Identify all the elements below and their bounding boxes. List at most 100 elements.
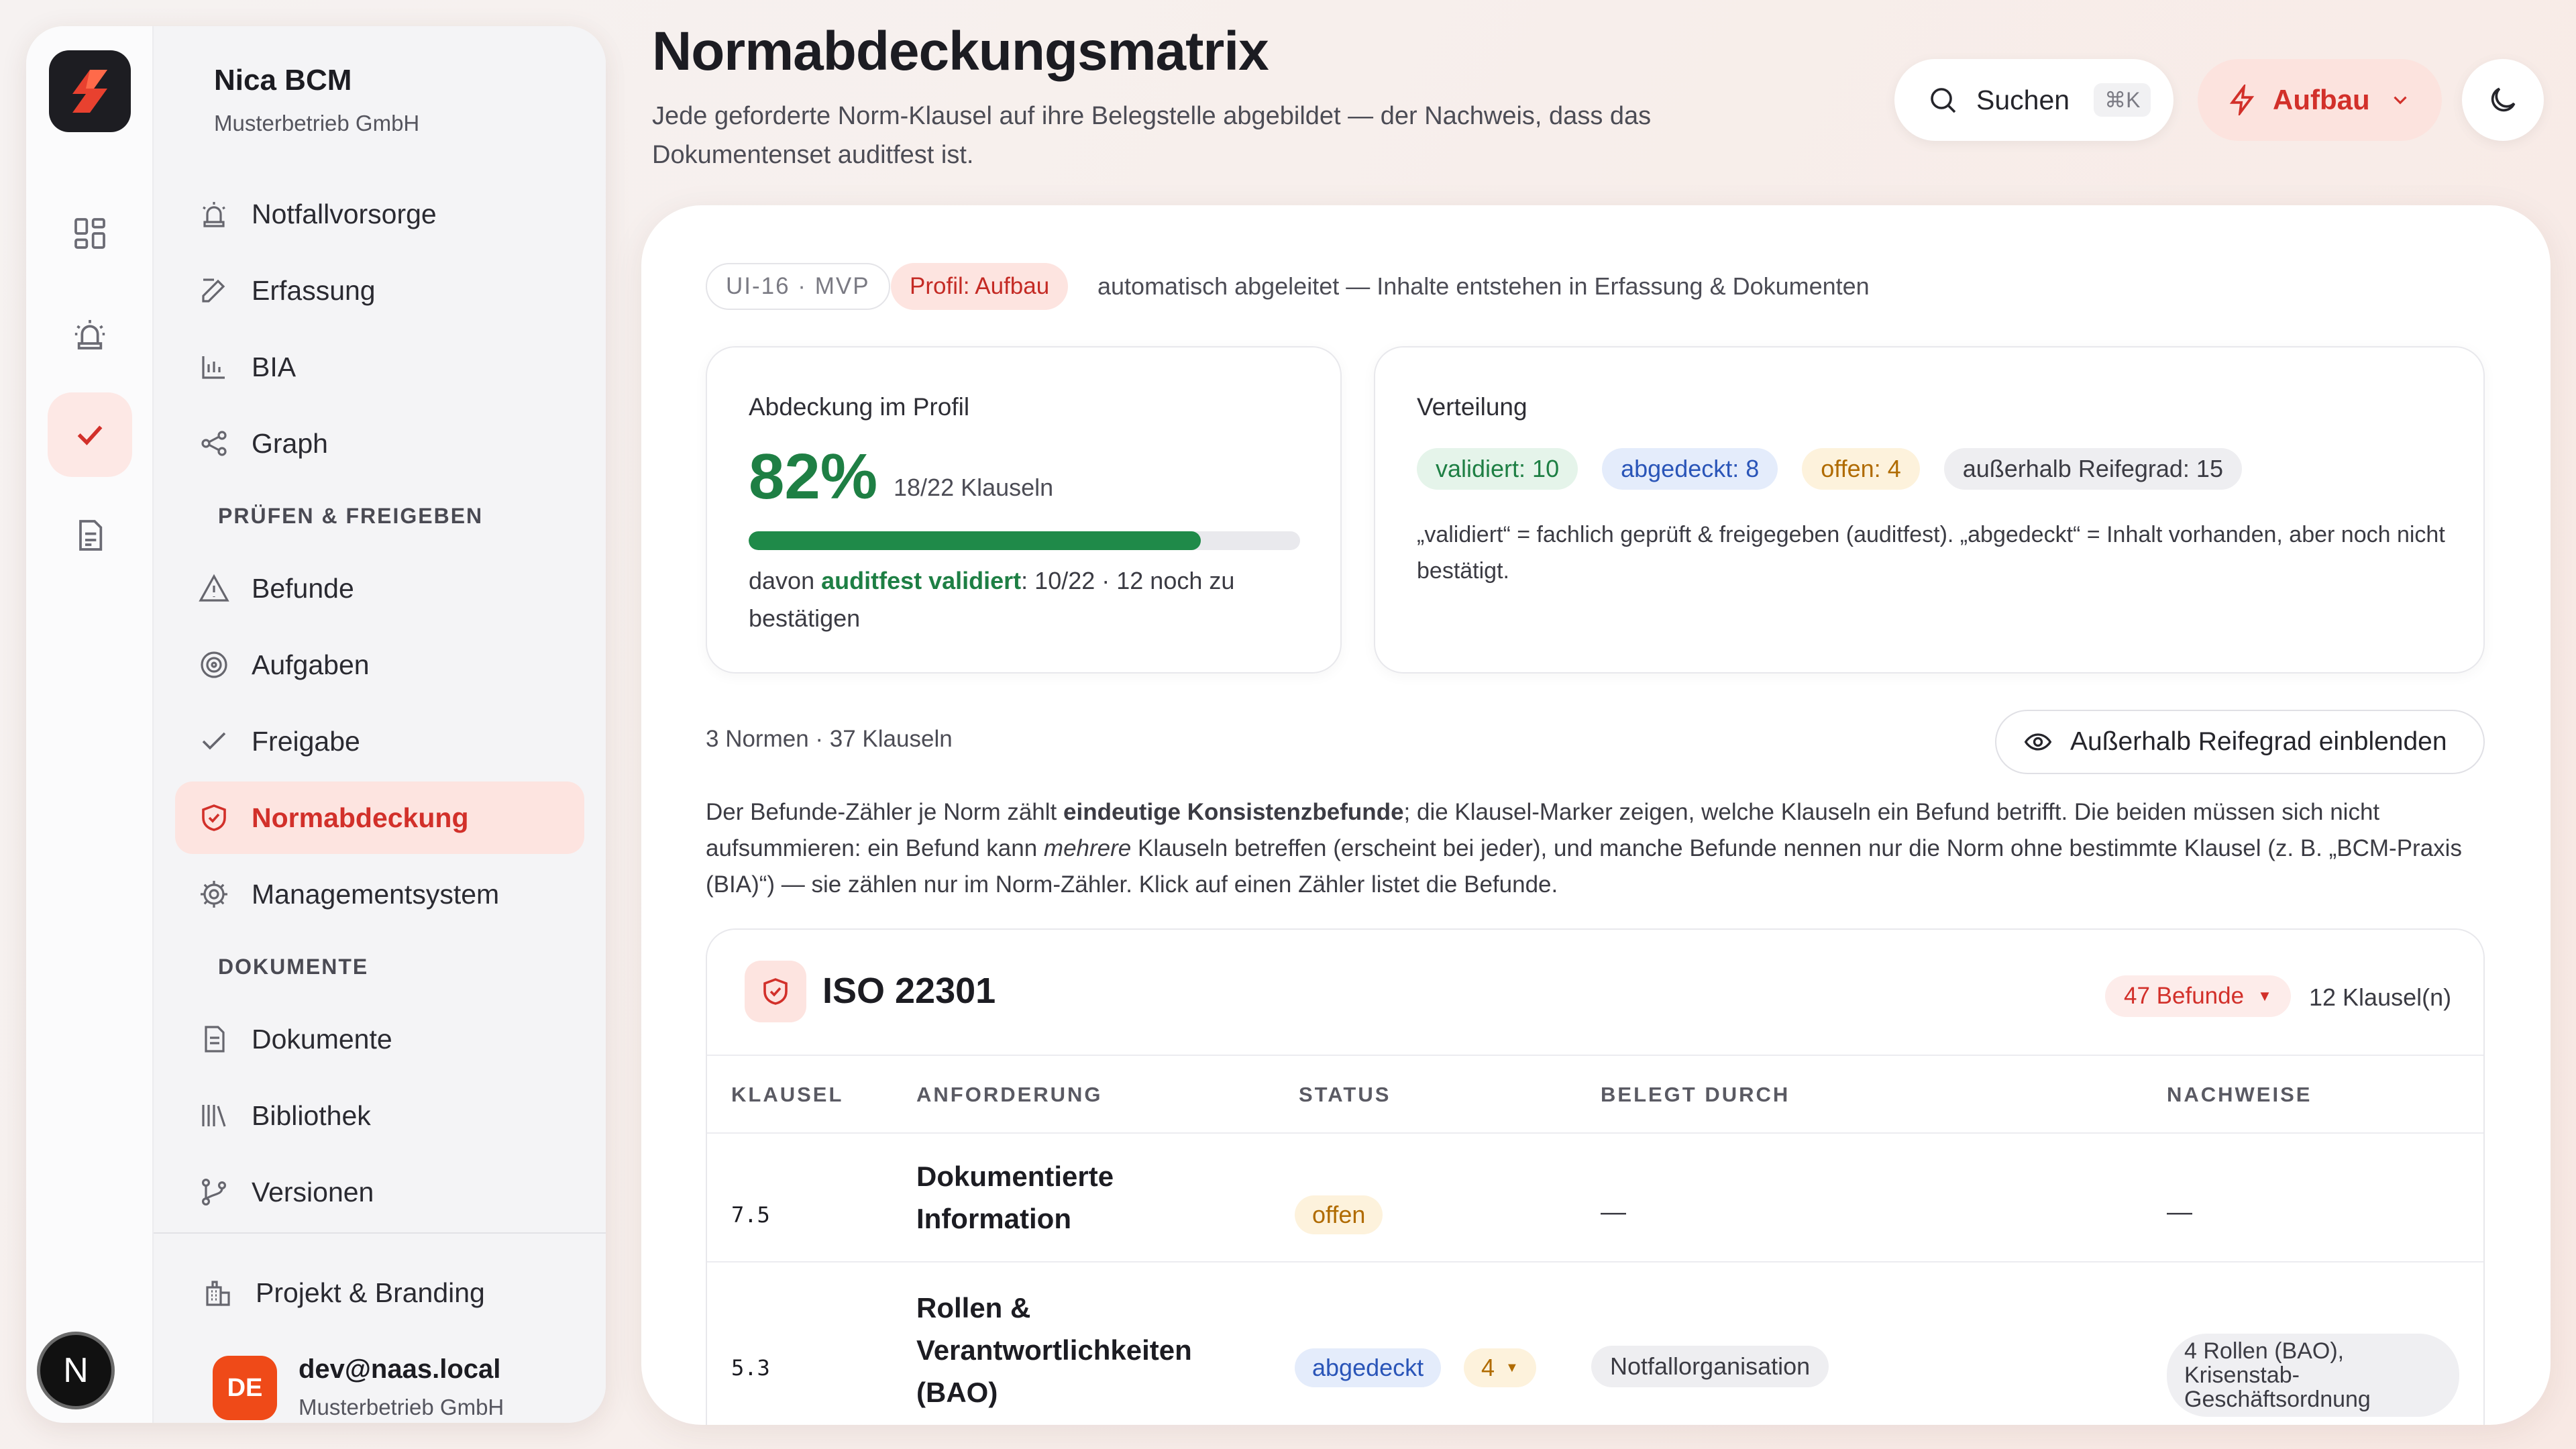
icon-rail: N [26,26,154,1423]
offen-badge[interactable]: offen: 4 [1802,448,1920,490]
page-title: Normabdeckungsmatrix [652,21,1269,82]
ausserhalb-badge[interactable]: außerhalb Reifegrad: 15 [1943,448,2242,490]
sidebar-item-label: BIA [252,351,297,382]
sidebar-item-label: Dokumente [252,1023,392,1055]
coverage-progress-bar [749,531,1300,550]
sidebar-item-versionen[interactable]: Versionen [175,1156,584,1228]
sidebar-item-aufgaben[interactable]: Aufgaben [175,629,584,701]
norm-klausel-count: 12 Klausel(n) [2309,983,2452,1011]
sidebar: Nica BCM Musterbetrieb GmbH Notfallvorso… [154,26,606,1423]
lightning-icon [2227,85,2258,115]
column-header-klausel: KLAUSEL [731,1083,844,1106]
sidebar-item-graph[interactable]: Graph [175,407,584,480]
alarm-icon[interactable] [48,292,132,376]
avatar[interactable]: DE [213,1356,277,1420]
bar-chart-icon [197,350,231,384]
distribution-card: Verteilung validiert: 10 abgedeckt: 8 of… [1374,346,2485,674]
caret-down-icon: ▼ [2257,987,2272,1004]
row-divider [707,1261,2483,1263]
search-label: Suchen [1976,84,2070,115]
search-shortcut: ⌘K [2094,83,2151,117]
norm-counts: 3 Normen · 37 Klauseln [706,726,953,752]
derivation-note: automatisch abgeleitet — Inhalte entsteh… [1097,272,1870,300]
ui-version-tag: UI-16 · MVP [706,263,890,310]
search-button[interactable]: Suchen ⌘K [1894,59,2174,141]
sidebar-item-label: Erfassung [252,274,376,306]
document-icon [197,1022,231,1057]
sidebar-item-erfassung[interactable]: Erfassung [175,254,584,327]
column-header-nachweise: NACHWEISE [2167,1083,2312,1106]
git-branch-icon [197,1175,231,1210]
show-out-of-scope-button[interactable]: Außerhalb Reifegrad einblenden [1995,710,2485,774]
user-email: dev@naas.local [299,1354,501,1384]
validiert-badge[interactable]: validiert: 10 [1417,448,1578,490]
profile-label: Aufbau [2273,84,2370,115]
table-row-belegt: — [1601,1198,1626,1226]
sidebar-item-dokumente[interactable]: Dokumente [175,1003,584,1075]
sidebar-item-projekt-branding[interactable]: Projekt & Branding [179,1256,588,1329]
section-heading-pruefen: PRÜFEN & FREIGEBEN [218,504,484,528]
sidebar-item-label: Projekt & Branding [256,1277,485,1308]
theme-toggle-button[interactable] [2462,59,2544,141]
share-graph-icon [197,426,231,461]
coverage-label: Abdeckung im Profil [749,393,970,421]
check-icon [197,724,231,759]
distribution-note: „validiert“ = fachlich geprüft & freigeg… [1417,522,2445,584]
document-icon[interactable] [48,493,132,578]
check-icon[interactable] [48,392,132,477]
table-row-nachweise: — [2167,1198,2192,1226]
sidebar-item-label: Versionen [252,1176,374,1208]
section-heading-dokumente: DOKUMENTE [218,955,369,979]
sidebar-item-label: Graph [252,427,328,459]
norm-befunde-counter[interactable]: 47 Befunde ▼ [2105,975,2291,1017]
app-logo-icon[interactable] [49,50,131,132]
edit-icon [197,273,231,308]
sidebar-shell: N Nica BCM Musterbetrieb GmbH Notfallvor… [26,26,606,1423]
table-row-requirement: Dokumentierte Information [916,1161,1114,1234]
building-icon [201,1275,235,1310]
sidebar-item-label: Aufgaben [252,649,370,680]
coverage-klauseln: 18/22 Klauseln [894,474,1054,501]
table-row-code: 7.5 [731,1202,770,1228]
table-row-code: 5.3 [731,1355,770,1381]
column-header-status: STATUS [1299,1083,1391,1106]
klausel-befunde-marker[interactable]: 4 ▼ [1464,1348,1536,1387]
caret-down-icon: ▼ [1505,1360,1519,1375]
sidebar-item-freigabe[interactable]: Freigabe [175,705,584,777]
next-badge-icon[interactable]: N [37,1332,115,1409]
sidebar-item-label: Normabdeckung [252,802,469,833]
workspace-title: Nica BCM [214,64,352,97]
dashboard-icon[interactable] [48,191,132,276]
norm-title: ISO 22301 [822,971,996,1011]
explanation-text: Der Befunde-Zähler je Norm zählt eindeut… [706,799,2462,898]
column-header-belegt: BELEGT DURCH [1601,1083,1790,1106]
status-badge[interactable]: abgedeckt [1295,1348,1442,1387]
sidebar-item-label: Managementsystem [252,878,500,910]
moon-icon [2486,83,2520,117]
gear-icon [197,877,231,912]
sidebar-item-managementsystem[interactable]: Managementsystem [175,858,584,930]
abgedeckt-badge[interactable]: abgedeckt: 8 [1602,448,1778,490]
distribution-pills: validiert: 10 abgedeckt: 8 offen: 4 auße… [1417,448,2242,490]
sidebar-item-befunde[interactable]: Befunde [175,552,584,625]
status-badge[interactable]: offen [1295,1195,1383,1234]
search-icon [1927,84,1959,116]
alarm-icon [197,197,231,231]
belegt-durch-tag[interactable]: Notfallorganisation [1591,1346,1829,1387]
sidebar-item-bia[interactable]: BIA [175,331,584,403]
sidebar-item-normabdeckung[interactable]: Normabdeckung [175,782,584,854]
target-icon [197,647,231,682]
toggle-label: Außerhalb Reifegrad einblenden [2070,727,2447,756]
nachweise-tag[interactable]: 4 Rollen (BAO), Krisenstab-Geschäftsordn… [2167,1334,2459,1417]
main-card: UI-16 · MVP Profil: Aufbau automatisch a… [641,205,2551,1425]
shield-check-icon [197,800,231,835]
norm-card-header: ISO 22301 47 Befunde ▼ 12 Klausel(n) [707,930,2483,1056]
chevron-down-icon [2389,89,2412,111]
sidebar-item-notfallvorsorge[interactable]: Notfallvorsorge [175,178,584,250]
sidebar-item-bibliothek[interactable]: Bibliothek [175,1079,584,1152]
profile-select-button[interactable]: Aufbau [2198,59,2442,141]
coverage-percent: 82% [749,441,878,513]
workspace-org: Musterbetrieb GmbH [214,111,420,136]
sidebar-item-label: Befunde [252,572,354,604]
coverage-progress-fill [749,531,1201,550]
